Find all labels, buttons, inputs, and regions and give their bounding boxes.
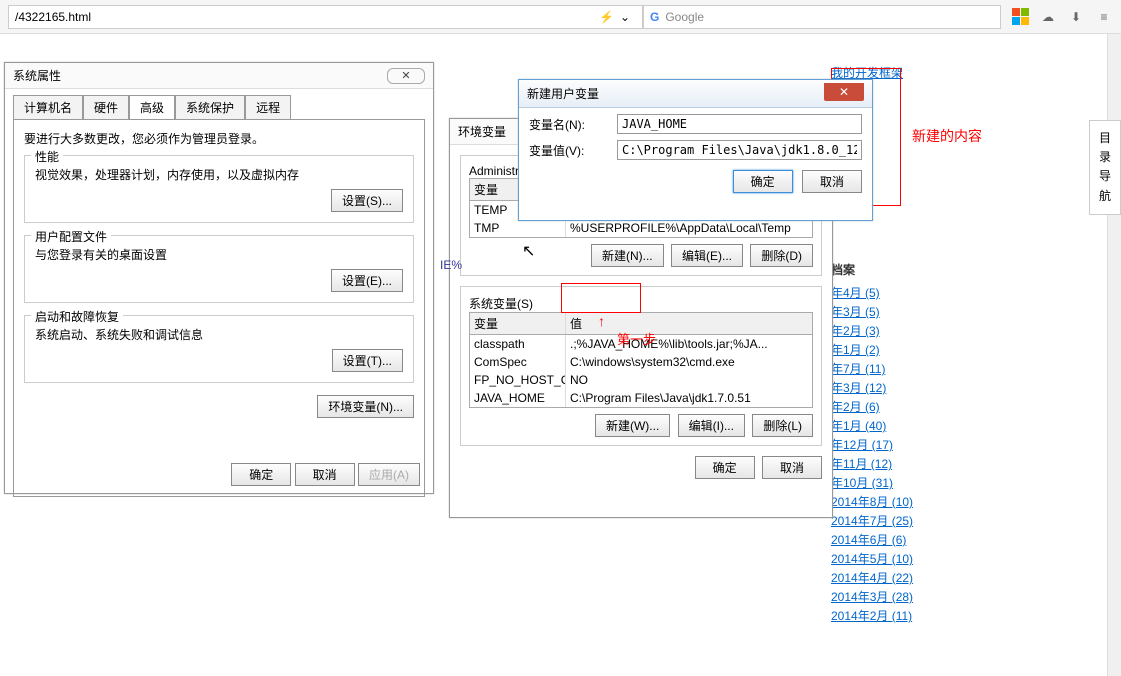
sys-delete-button[interactable]: 删除(L) (752, 414, 813, 437)
url-bar[interactable]: /4322165.html ⚡ ⌄ (8, 5, 643, 29)
profile-settings-button[interactable]: 设置(E)... (331, 269, 403, 292)
profile-legend: 用户配置文件 (31, 228, 111, 245)
download-icon[interactable]: ⬇ (1067, 8, 1085, 26)
nv-cancel-button[interactable]: 取消 (802, 170, 862, 193)
sp-apply-button[interactable]: 应用(A) (358, 463, 420, 486)
startup-desc: 系统启动、系统失败和调试信息 (35, 326, 403, 343)
red-box-new (561, 283, 641, 313)
cursor-icon: ↖ (522, 241, 535, 261)
tab-硬件[interactable]: 硬件 (83, 95, 129, 119)
archive-link[interactable]: 年7月 (11) (831, 360, 885, 377)
archive-link[interactable]: 2014年5月 (10) (831, 550, 913, 567)
sp-cancel-button[interactable]: 取消 (295, 463, 355, 486)
bolt-icon: ⚡ (599, 10, 614, 24)
archive-title: 档案 (831, 261, 1071, 278)
dropdown-icon[interactable]: ⌄ (620, 10, 630, 24)
nv-title: 新建用户变量 (527, 85, 599, 102)
sp-note: 要进行大多数更改，您必须作为管理员登录。 (24, 130, 414, 147)
ie-percent-text: IE% (440, 258, 462, 272)
sys-vars-label: 系统变量(S) (469, 297, 533, 311)
toc-tab[interactable]: 目录导航 (1089, 120, 1121, 215)
tab-计算机名[interactable]: 计算机名 (13, 95, 83, 119)
sp-ok-button[interactable]: 确定 (231, 463, 291, 486)
archive-link[interactable]: 2014年2月 (11) (831, 607, 912, 624)
ev-cancel-button[interactable]: 取消 (762, 456, 822, 479)
startup-legend: 启动和故障恢复 (31, 308, 123, 325)
tab-高级[interactable]: 高级 (129, 95, 175, 119)
archive-link[interactable]: 年2月 (3) (831, 322, 880, 339)
tab-系统保护[interactable]: 系统保护 (175, 95, 245, 119)
archive-link[interactable]: 2014年7月 (25) (831, 512, 913, 529)
archive-link[interactable]: 年12月 (17) (831, 436, 893, 453)
archive-link[interactable]: 年3月 (5) (831, 303, 880, 320)
sys-vars-table[interactable]: 变量值 classpath.;%JAVA_HOME%\lib\tools.jar… (469, 312, 813, 408)
sp-close-button[interactable]: ✕ (387, 68, 425, 84)
table-row[interactable]: TMP%USERPROFILE%\AppData\Local\Temp (470, 219, 812, 237)
red-label-new-content: 新建的内容 (912, 126, 982, 146)
var-name-label: 变量名(N): (529, 116, 609, 133)
nv-close-button[interactable]: ✕ (824, 83, 864, 101)
user-new-button[interactable]: 新建(N)... (591, 244, 664, 267)
var-name-input[interactable] (617, 114, 862, 134)
cloud-icon[interactable]: ☁ (1039, 8, 1057, 26)
ev-ok-button[interactable]: 确定 (695, 456, 755, 479)
search-placeholder: Google (665, 10, 704, 24)
table-row[interactable]: FP_NO_HOST_C...NO (470, 371, 812, 389)
user-edit-button[interactable]: 编辑(E)... (671, 244, 743, 267)
perf-legend: 性能 (31, 148, 63, 165)
archive-link[interactable]: 年2月 (6) (831, 398, 880, 415)
archive-link[interactable]: 年4月 (5) (831, 284, 880, 301)
new-user-var-dialog: 新建用户变量 ✕ 变量名(N): 变量值(V): 确定 取消 (518, 79, 873, 221)
archive-link[interactable]: 年1月 (2) (831, 341, 880, 358)
search-box[interactable]: G Google (643, 5, 1001, 29)
ev-title: 环境变量 (458, 123, 506, 140)
archive-link[interactable]: 年10月 (31) (831, 474, 893, 491)
archive-link[interactable]: 2014年4月 (22) (831, 569, 913, 586)
google-icon: G (650, 10, 659, 24)
archive-link[interactable]: 年1月 (40) (831, 417, 886, 434)
perf-settings-button[interactable]: 设置(S)... (331, 189, 403, 212)
sys-edit-button[interactable]: 编辑(I)... (678, 414, 745, 437)
archive-link[interactable]: 年3月 (12) (831, 379, 886, 396)
table-row[interactable]: JAVA_HOMEC:\Program Files\Java\jdk1.7.0.… (470, 389, 812, 407)
tab-远程[interactable]: 远程 (245, 95, 291, 119)
red-label-step1: 第一步 (617, 329, 656, 348)
archive-link[interactable]: 年11月 (12) (831, 455, 892, 472)
env-vars-button[interactable]: 环境变量(N)... (317, 395, 414, 418)
ms-icon[interactable] (1011, 8, 1029, 26)
archive-link[interactable]: 2014年8月 (10) (831, 493, 913, 510)
url-text: /4322165.html (15, 10, 91, 24)
table-row[interactable]: ComSpecC:\windows\system32\cmd.exe (470, 353, 812, 371)
perf-desc: 视觉效果，处理器计划，内存使用，以及虚拟内存 (35, 166, 403, 183)
sp-title: 系统属性 (13, 67, 61, 84)
var-value-label: 变量值(V): (529, 142, 609, 159)
system-properties-dialog: 系统属性 ✕ 计算机名硬件高级系统保护远程 要进行大多数更改，您必须作为管理员登… (4, 62, 434, 494)
nv-ok-button[interactable]: 确定 (733, 170, 793, 193)
browser-toolbar: /4322165.html ⚡ ⌄ G Google ☁ ⬇ ≡ (0, 0, 1121, 34)
user-delete-button[interactable]: 删除(D) (750, 244, 813, 267)
sys-new-button[interactable]: 新建(W)... (595, 414, 670, 437)
archive-link[interactable]: 2014年6月 (6) (831, 531, 906, 548)
profile-desc: 与您登录有关的桌面设置 (35, 246, 403, 263)
red-arrow-icon: ↑ (598, 313, 605, 329)
var-value-input[interactable] (617, 140, 862, 160)
startup-settings-button[interactable]: 设置(T)... (332, 349, 403, 372)
archive-link[interactable]: 2014年3月 (28) (831, 588, 913, 605)
user-vars-label: Administr (469, 164, 519, 178)
menu-icon[interactable]: ≡ (1095, 8, 1113, 26)
